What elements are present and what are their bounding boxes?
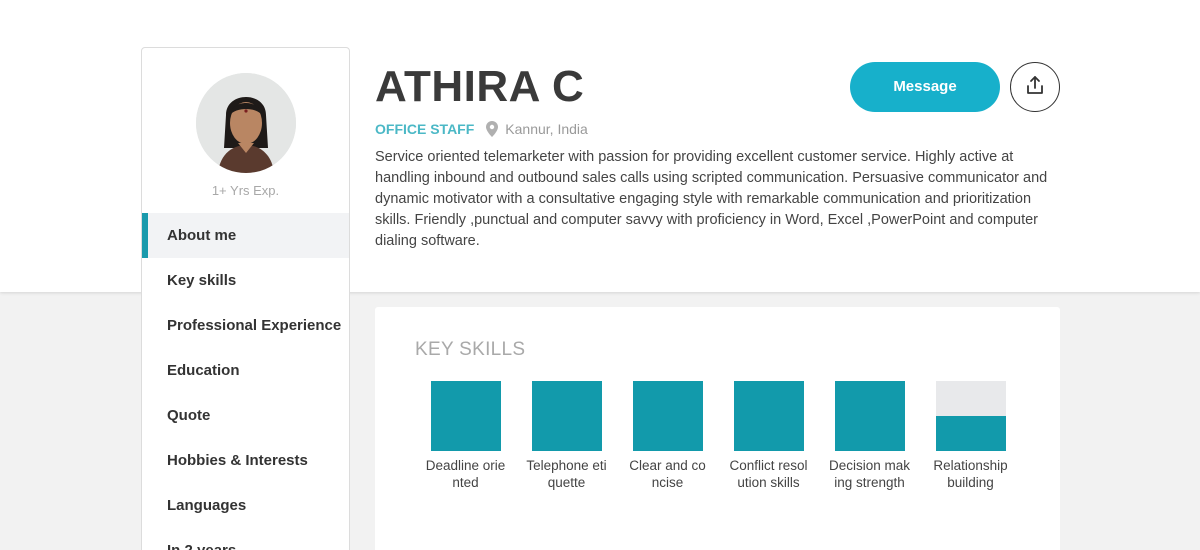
sidebar-item-languages[interactable]: Languages — [142, 483, 349, 528]
profile-role: OFFICE STAFF — [375, 121, 475, 137]
skill-label: Conflict resolution skills — [729, 458, 808, 490]
sidebar-item-professional-experience[interactable]: Professional Experience — [142, 303, 349, 348]
skill-label: Relationship building — [933, 458, 1008, 490]
skill-level-box — [935, 381, 1006, 451]
skill-level-fill — [430, 381, 501, 451]
skill-level-box — [733, 381, 804, 451]
profile-name: ATHIRA C — [375, 62, 585, 111]
experience-text: 1+ Yrs Exp. — [211, 183, 280, 198]
skill-level-box — [834, 381, 905, 451]
sidebar-nav: About me Key skills Professional Experie… — [142, 213, 349, 550]
skill-level-box — [430, 381, 501, 451]
profile-summary: Service oriented telemarketer with passi… — [375, 149, 1048, 249]
location-pin-icon — [486, 121, 499, 137]
skill-item: Conflict resolution skills — [718, 381, 819, 491]
skill-label: Decision making strength — [828, 458, 911, 490]
key-skills-list: Deadline oriented Telephone etiquette Clea… — [415, 381, 1021, 491]
skill-level-box — [632, 381, 703, 451]
key-skills-title: KEY SKILLS — [415, 339, 526, 360]
message-button[interactable]: Message — [850, 62, 1000, 112]
share-button[interactable] — [1010, 62, 1060, 112]
profile-sidebar: 1+ Yrs Exp. About me Key skills Professi… — [141, 47, 350, 550]
skill-level-fill — [834, 381, 905, 451]
share-icon — [1025, 75, 1045, 100]
skill-item: Clear and concise — [617, 381, 718, 491]
sidebar-item-in-2-years[interactable]: In 2 years — [142, 528, 349, 550]
sidebar-item-hobbies-interests[interactable]: Hobbies & Interests — [142, 438, 349, 483]
sidebar-item-key-skills[interactable]: Key skills — [142, 258, 349, 303]
skill-level-fill — [935, 416, 1006, 451]
profile-meta: OFFICE STAFF Kannur, India — [375, 121, 588, 137]
skill-level-fill — [733, 381, 804, 451]
skill-label: Clear and concise — [629, 458, 706, 490]
sidebar-item-education[interactable]: Education — [142, 348, 349, 393]
skill-level-box — [531, 381, 602, 451]
skill-item: Telephone etiquette — [516, 381, 617, 491]
sidebar-item-about-me[interactable]: About me — [142, 213, 349, 258]
key-skills-card: KEY SKILLS Deadline oriented Telephone et… — [375, 307, 1060, 550]
sidebar-item-quote[interactable]: Quote — [142, 393, 349, 438]
profile-location: Kannur, India — [505, 121, 588, 137]
skill-item: Decision making strength — [819, 381, 920, 491]
skill-item: Relationship building — [920, 381, 1021, 491]
skill-item: Deadline oriented — [415, 381, 516, 491]
avatar — [196, 73, 296, 173]
skill-level-fill — [531, 381, 602, 451]
skill-label: Deadline oriented — [425, 458, 506, 490]
skill-label: Telephone etiquette — [526, 458, 607, 490]
skill-level-fill — [632, 381, 703, 451]
